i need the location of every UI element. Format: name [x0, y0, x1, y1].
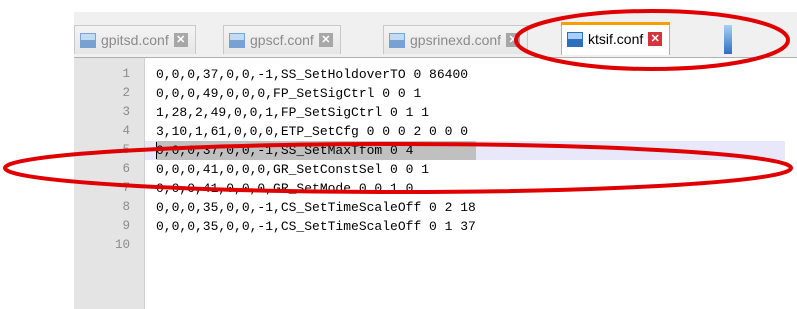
code-line[interactable]: 0,0,0,37,0,0,-1,SS_SetMaxTfom 0 4: [156, 141, 413, 160]
next-tab-edge[interactable]: [724, 25, 732, 54]
code-line[interactable]: 0,0,0,49,0,0,0,FP_SetSigCtrl 0 0 1: [156, 84, 421, 103]
line-number: 7: [122, 181, 130, 195]
file-icon: [389, 32, 405, 48]
close-icon[interactable]: ✕: [318, 33, 333, 47]
code-line[interactable]: 3,10,1,61,0,0,0,ETP_SetCfg 0 0 0 2 0 0 0: [156, 122, 468, 141]
close-icon[interactable]: ✕: [173, 33, 188, 47]
line-number: 3: [122, 105, 130, 119]
line-number: 6: [122, 162, 130, 176]
line-number: 5: [122, 143, 130, 157]
close-icon[interactable]: ✕: [648, 32, 663, 46]
tab-ktsif-conf[interactable]: ktsif.conf ✕: [561, 22, 671, 55]
tab-label: gpsrinexd.conf: [410, 32, 502, 48]
code-line[interactable]: 0,0,0,41,0,0,0,GR_SetConstSel 0 0 1: [156, 160, 429, 179]
line-number: 10: [114, 238, 130, 252]
tab-label: gpitsd.conf: [101, 32, 169, 48]
file-icon: [80, 32, 96, 48]
tab-gpscf-conf[interactable]: gpscf.conf ✕: [223, 25, 341, 54]
line-number: 8: [122, 200, 130, 214]
tab-bar: gpitsd.conf ✕ gpscf.conf ✕ gpsrinexd.con…: [74, 12, 797, 58]
tab-gpsrinexd-conf[interactable]: gpsrinexd.conf ✕: [383, 25, 529, 54]
line-number: 2: [122, 86, 130, 100]
file-icon: [567, 31, 583, 47]
editor-area[interactable]: 1 2 3 4 5 6 7 8 9 10 0,0,0,37,0,0,-1,SS_…: [74, 57, 797, 309]
code-line[interactable]: 0,0,0,35,0,0,-1,CS_SetTimeScaleOff 0 2 1…: [156, 198, 476, 217]
tab-label: gpscf.conf: [250, 32, 314, 48]
code-line[interactable]: 1,28,2,49,0,0,1,FP_SetSigCtrl 0 1 1: [156, 103, 429, 122]
close-icon[interactable]: ✕: [506, 33, 521, 47]
tab-gpitsd-conf[interactable]: gpitsd.conf ✕: [74, 25, 196, 54]
tab-label: ktsif.conf: [588, 31, 644, 47]
file-icon: [229, 32, 245, 48]
text-caret: [156, 142, 157, 159]
line-number: 9: [122, 219, 130, 233]
code-line[interactable]: 0,0,0,35,0,0,-1,CS_SetTimeScaleOff 0 1 3…: [156, 217, 476, 236]
line-number: 1: [122, 67, 130, 81]
line-number: 4: [122, 124, 130, 138]
code-line[interactable]: 0,0,0,37,0,0,-1,SS_SetHoldoverTO 0 86400: [156, 65, 468, 84]
notepad-window: gpitsd.conf ✕ gpscf.conf ✕ gpsrinexd.con…: [74, 12, 797, 309]
code-line[interactable]: 0,0,0,41,0,0,0,GR_SetMode 0 0 1 0: [156, 179, 413, 198]
